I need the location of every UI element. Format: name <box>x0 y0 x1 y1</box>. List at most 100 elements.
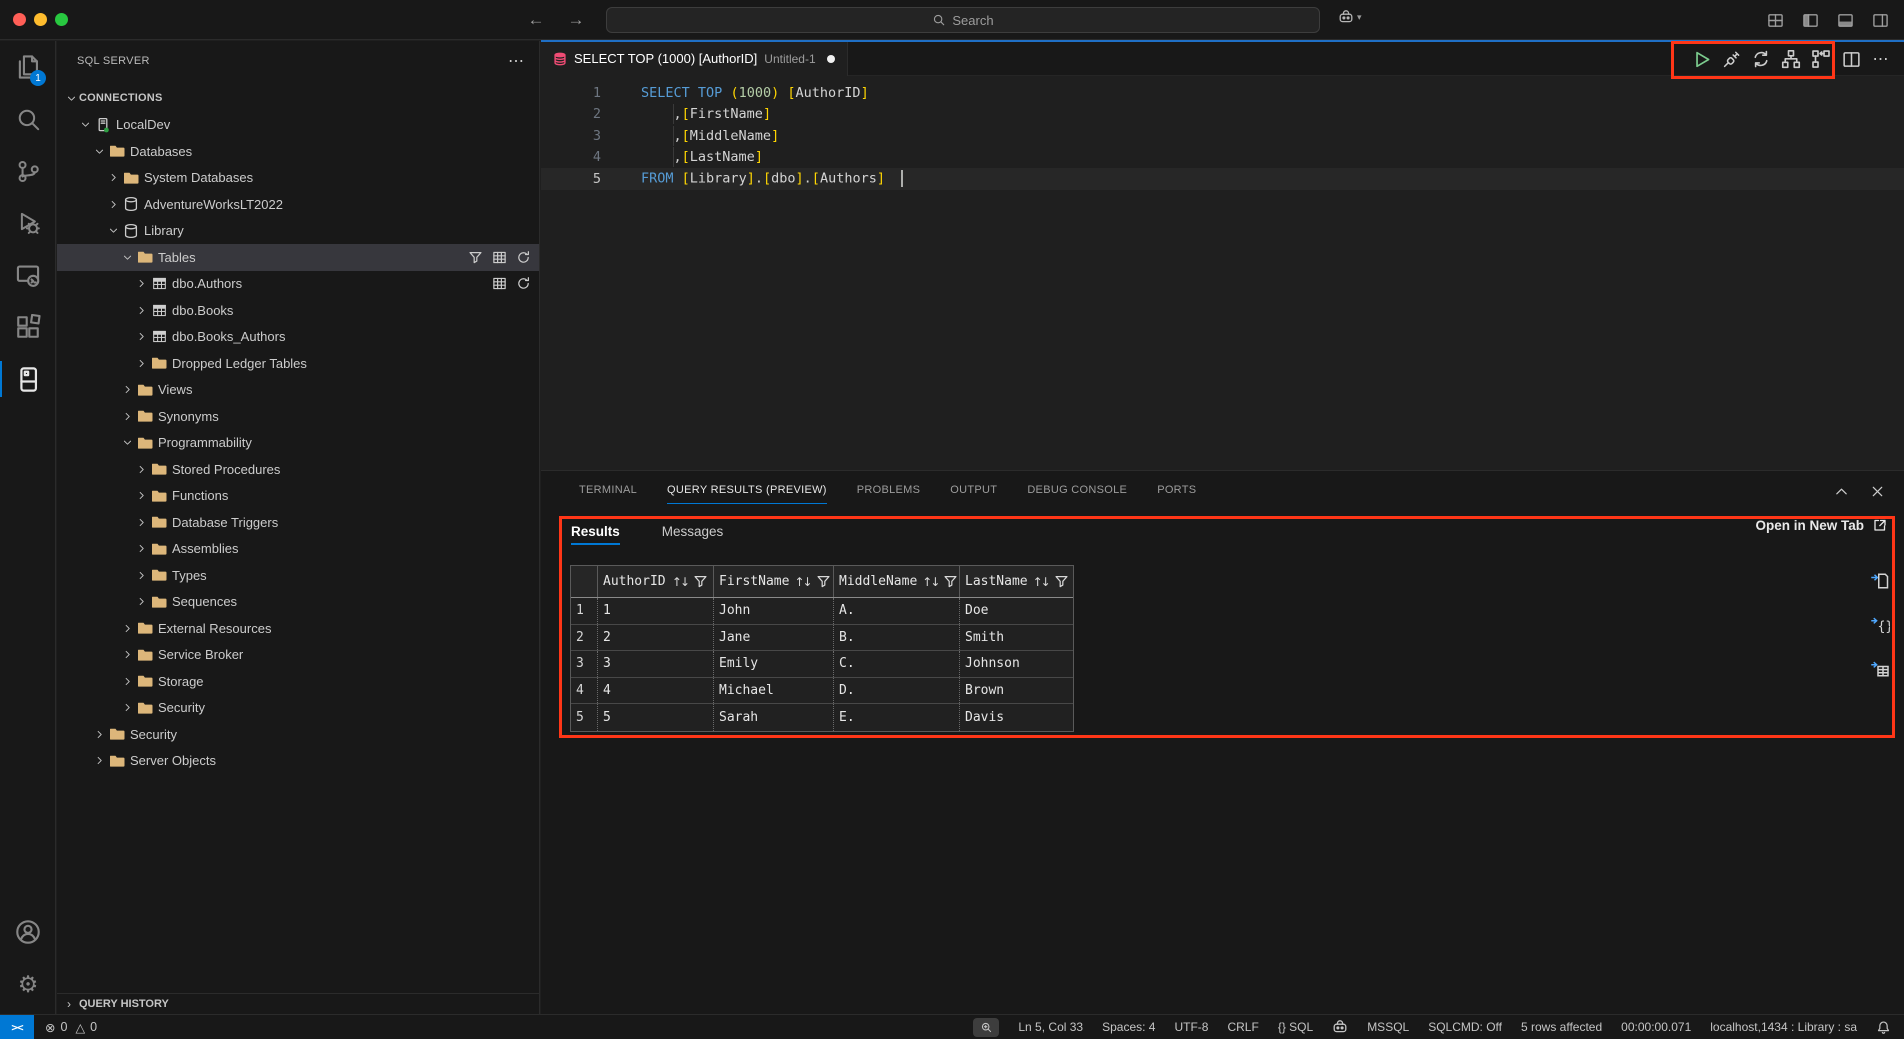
split-editor-button[interactable] <box>1836 45 1866 73</box>
grid-cell[interactable]: C. <box>834 651 960 677</box>
chevron-down-icon[interactable] <box>91 143 107 159</box>
tree-item-tables[interactable]: Tables <box>57 244 539 271</box>
save-as-csv-icon[interactable] <box>1870 571 1892 593</box>
panel-tab-query-results-preview[interactable]: QUERY RESULTS (PREVIEW) <box>667 471 827 509</box>
chevron-right-icon[interactable] <box>91 753 107 769</box>
chevron-right-icon[interactable] <box>105 196 121 212</box>
row-number-cell[interactable]: 5 <box>571 704 598 731</box>
status-elapsed-time[interactable]: 00:00:00.071 <box>1621 1020 1691 1034</box>
grid-cell[interactable]: Sarah <box>714 704 834 731</box>
status-sqlcmd-mode[interactable]: SQLCMD: Off <box>1428 1020 1502 1034</box>
actual-plan-button[interactable] <box>1806 45 1836 73</box>
column-header-firstname[interactable]: FirstName↑↓ <box>714 566 834 597</box>
tree-item-external-resources[interactable]: External Resources <box>57 615 539 642</box>
go-back-icon[interactable]: ← <box>524 8 548 32</box>
grid-cell[interactable]: 1 <box>598 598 714 624</box>
refresh-icon[interactable] <box>516 276 531 291</box>
row-number-cell[interactable]: 4 <box>571 678 598 704</box>
results-tab-messages[interactable]: Messages <box>662 524 724 551</box>
chevron-down-icon[interactable] <box>119 249 135 265</box>
copilot-menu[interactable]: ▾ <box>1338 9 1362 25</box>
chevron-right-icon[interactable] <box>133 329 149 345</box>
tree-item-database-triggers[interactable]: Database Triggers <box>57 509 539 536</box>
tree-item-system-databases[interactable]: System Databases <box>57 165 539 192</box>
tree-item-views[interactable]: Views <box>57 377 539 404</box>
chevron-right-icon[interactable] <box>133 514 149 530</box>
row-number-cell[interactable]: 1 <box>571 598 598 624</box>
grid-cell[interactable]: 3 <box>598 651 714 677</box>
panel-tab-output[interactable]: OUTPUT <box>950 471 997 509</box>
activity-settings-icon[interactable]: ⚙ <box>0 958 56 1010</box>
sort-icon[interactable]: ↑↓ <box>922 575 941 589</box>
chevron-right-icon[interactable] <box>133 594 149 610</box>
grid-cell[interactable]: Davis <box>960 704 1073 731</box>
open-in-new-tab-button[interactable]: Open in New Tab <box>1755 517 1888 533</box>
grid-cell[interactable]: 4 <box>598 678 714 704</box>
row-number-cell[interactable]: 3 <box>571 651 598 677</box>
minimize-window-button[interactable] <box>34 13 47 26</box>
column-header-lastname[interactable]: LastName↑↓ <box>960 566 1073 597</box>
grid-cell[interactable]: John <box>714 598 834 624</box>
tree-item-assemblies[interactable]: Assemblies <box>57 536 539 563</box>
customize-layout-icon[interactable] <box>1763 8 1787 32</box>
sort-icon[interactable]: ↑↓ <box>672 575 691 589</box>
status-eol[interactable]: CRLF <box>1227 1020 1258 1034</box>
disconnect-button[interactable] <box>1716 45 1746 73</box>
grid-cell[interactable]: E. <box>834 704 960 731</box>
activity-source-control-icon[interactable] <box>0 145 56 197</box>
chevron-right-icon[interactable] <box>133 302 149 318</box>
code-line-3[interactable]: 3 ,[MiddleName] <box>541 125 1904 147</box>
table-grid-icon[interactable] <box>492 250 507 265</box>
status-notifications[interactable] <box>1876 1020 1891 1035</box>
zoom-window-button[interactable] <box>55 13 68 26</box>
tree-item-security[interactable]: Security <box>57 695 539 722</box>
status-copilot-status[interactable] <box>1332 1019 1348 1035</box>
grid-cell[interactable]: Emily <box>714 651 834 677</box>
grid-cell[interactable]: Johnson <box>960 651 1073 677</box>
grid-cell[interactable]: B. <box>834 625 960 651</box>
remote-indicator[interactable]: >< <box>0 1015 34 1039</box>
tree-section-connections[interactable]: CONNECTIONS <box>57 85 539 112</box>
tree-item-security[interactable]: Security <box>57 721 539 748</box>
filter-icon[interactable] <box>816 574 831 589</box>
tree-item-adventureworkslt2022[interactable]: AdventureWorksLT2022 <box>57 191 539 218</box>
save-as-json-icon[interactable]: {} <box>1870 615 1892 637</box>
panel-tab-problems[interactable]: PROBLEMS <box>857 471 921 509</box>
close-window-button[interactable] <box>13 13 26 26</box>
panel-tab-ports[interactable]: PORTS <box>1157 471 1196 509</box>
chevron-right-icon[interactable] <box>119 382 135 398</box>
chevron-right-icon[interactable] <box>119 620 135 636</box>
activity-sql-server-icon[interactable] <box>0 353 56 405</box>
tree-item-storage[interactable]: Storage <box>57 668 539 695</box>
tree-item-service-broker[interactable]: Service Broker <box>57 642 539 669</box>
toggle-sidebar-left-icon[interactable] <box>1798 8 1822 32</box>
panel-tab-terminal[interactable]: TERMINAL <box>579 471 637 509</box>
toggle-sidebar-right-icon[interactable] <box>1868 8 1892 32</box>
save-as-excel-icon[interactable] <box>1870 659 1892 681</box>
more-actions-button[interactable]: ⋯ <box>1866 45 1896 73</box>
grid-cell[interactable]: Doe <box>960 598 1073 624</box>
tree-item-stored-procedures[interactable]: Stored Procedures <box>57 456 539 483</box>
tree-item-dbo-books-authors[interactable]: dbo.Books_Authors <box>57 324 539 351</box>
activity-explorer-icon[interactable]: 1 <box>0 41 56 93</box>
chevron-right-icon[interactable] <box>133 567 149 583</box>
code-line-2[interactable]: 2 ,[FirstName] <box>541 104 1904 126</box>
toggle-panel-icon[interactable] <box>1833 8 1857 32</box>
run-query-button[interactable] <box>1686 45 1716 73</box>
chevron-right-icon[interactable] <box>133 276 149 292</box>
status-connection[interactable]: localhost,1434 : Library : sa <box>1710 1020 1857 1034</box>
results-tab-results[interactable]: Results <box>571 524 620 551</box>
chevron-right-icon[interactable] <box>119 673 135 689</box>
activity-run-and-debug-icon[interactable] <box>0 197 56 249</box>
status-encoding[interactable]: UTF-8 <box>1174 1020 1208 1034</box>
tree-item-localdev[interactable]: LocalDev <box>57 112 539 139</box>
chevron-right-icon[interactable] <box>133 355 149 371</box>
tree-item-types[interactable]: Types <box>57 562 539 589</box>
estimated-plan-button[interactable] <box>1776 45 1806 73</box>
refresh-icon[interactable] <box>516 250 531 265</box>
status-indentation[interactable]: Spaces: 4 <box>1102 1020 1155 1034</box>
activity-accounts-icon[interactable] <box>0 906 56 958</box>
tree-item-dbo-books[interactable]: dbo.Books <box>57 297 539 324</box>
filter-icon[interactable] <box>693 574 708 589</box>
maximize-panel-icon[interactable] <box>1830 480 1852 502</box>
